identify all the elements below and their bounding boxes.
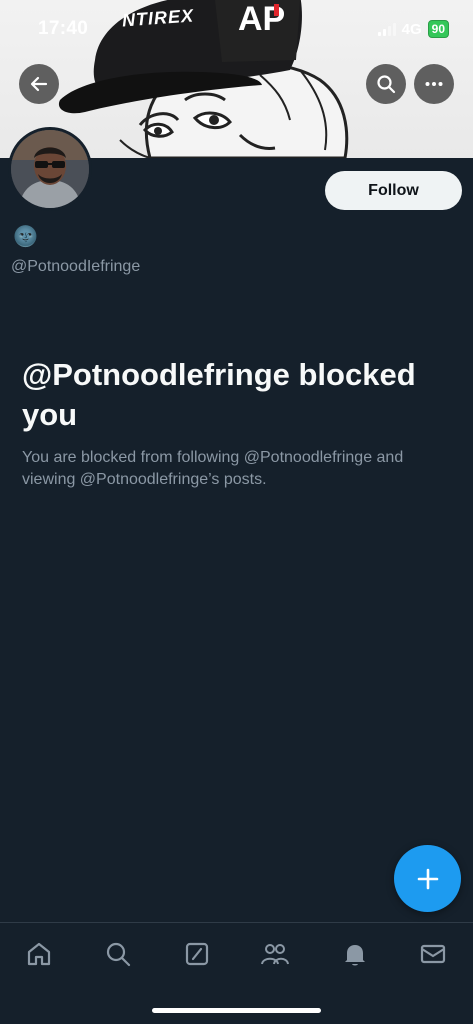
bell-icon <box>345 945 365 966</box>
avatar[interactable] <box>8 127 92 211</box>
tab-grok[interactable] <box>182 939 212 969</box>
search-icon <box>106 942 131 967</box>
grok-icon <box>185 942 209 966</box>
tab-messages[interactable] <box>418 939 448 969</box>
back-button[interactable] <box>19 64 59 104</box>
arrow-left-icon <box>30 76 48 92</box>
network-type: 4G <box>401 20 422 38</box>
search-icon <box>377 75 396 94</box>
plus-icon <box>417 868 438 889</box>
profile-name-emoji: 🌚 <box>13 226 38 248</box>
tab-communities[interactable] <box>260 939 290 969</box>
home-indicator <box>152 1008 321 1013</box>
tab-notifications[interactable] <box>340 939 370 969</box>
people-icon <box>261 944 289 965</box>
blocked-description: You are blocked from following @Potnoodl… <box>22 449 404 488</box>
status-time: 17:40 <box>38 18 89 39</box>
signal-icon <box>377 22 396 36</box>
follow-button[interactable]: Follow <box>325 171 462 210</box>
more-horizontal-icon <box>425 82 443 86</box>
battery-icon: 90 <box>427 20 449 38</box>
status-indicators: 4G 90 <box>377 20 449 38</box>
more-button[interactable] <box>414 64 454 104</box>
home-icon <box>27 942 51 966</box>
profile-handle: @PotnoodIefringe <box>11 258 141 275</box>
blocked-title: @Potnoodlefringe blocked you <box>22 357 416 432</box>
compose-button[interactable] <box>394 845 461 912</box>
search-button[interactable] <box>366 64 406 104</box>
tab-home[interactable] <box>24 939 54 969</box>
tab-search[interactable] <box>103 939 133 969</box>
mail-icon <box>420 944 446 964</box>
avatar-image <box>11 130 89 208</box>
status-bar: 17:40 4G 90 <box>0 0 473 58</box>
